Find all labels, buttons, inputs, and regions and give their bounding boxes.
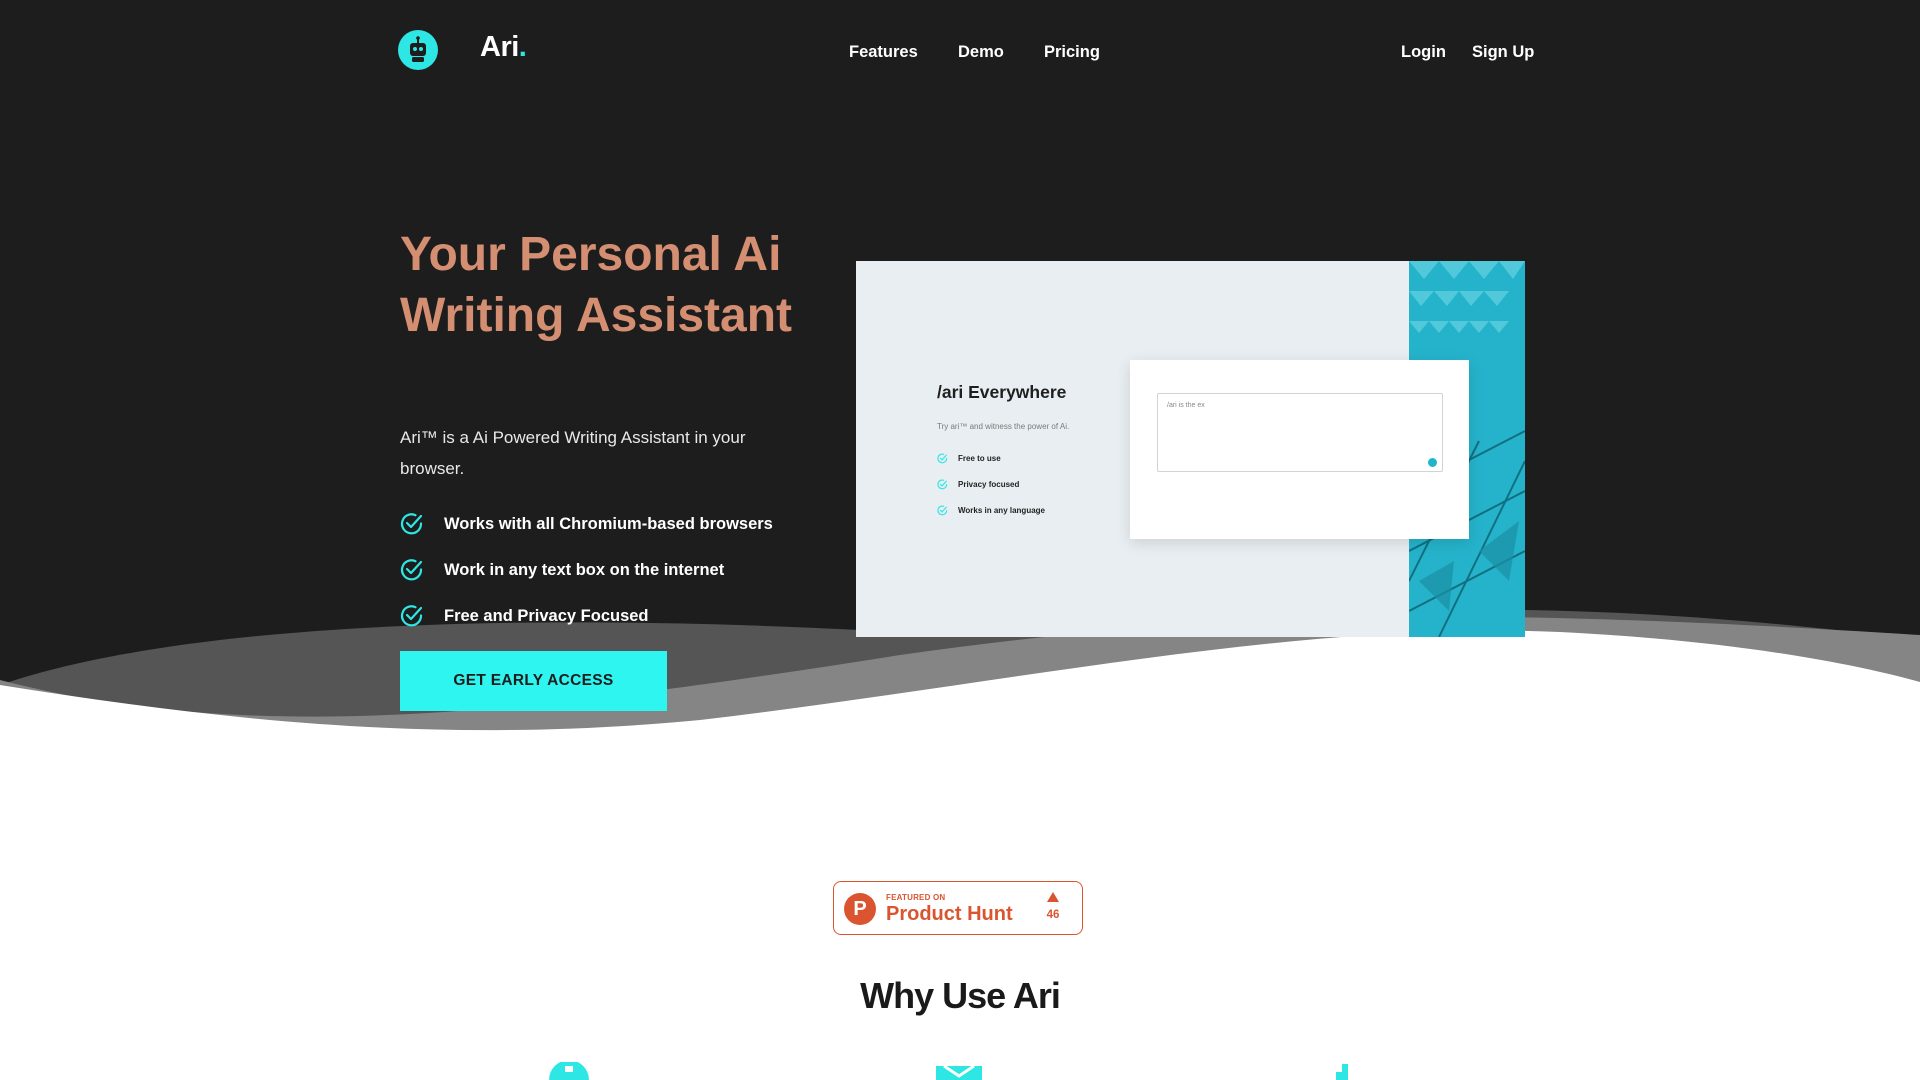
feature-item: Work in any text box on the internet [400,558,724,582]
feature-label: Works with all Chromium-based browsers [444,514,773,533]
feature-icon-2 [936,1064,982,1080]
feature-icon-3 [1336,1064,1348,1080]
feature-item: Free and Privacy Focused [400,604,649,628]
nav-features-link[interactable]: Features [849,43,918,62]
feature-item: Works with all Chromium-based browsers [400,512,773,536]
hero-description: Ari™ is a Ai Powered Writing Assistant i… [400,428,746,478]
check-circle-icon [400,513,423,535]
product-hunt-badge[interactable]: P FEATURED ON Product Hunt 46 [833,881,1083,935]
check-circle-icon [400,559,423,581]
ph-name: Product Hunt [886,903,1013,925]
robot-logo-icon[interactable] [398,30,438,70]
mockup-feature-item: Free to use [937,453,1001,464]
mockup-feature-label: Free to use [958,454,1001,463]
login-link[interactable]: Login [1401,43,1446,62]
product-hunt-logo-icon: P [844,893,876,925]
mockup-feature-label: Privacy focused [958,480,1020,489]
nav-demo-link[interactable]: Demo [958,43,1004,62]
hero-title: Your Personal Ai Writing Assistant [400,228,793,342]
nav-pricing-link[interactable]: Pricing [1044,43,1100,62]
mockup-feature-item: Privacy focused [937,479,1019,490]
ari-indicator-icon [1428,458,1437,467]
mockup-title: /ari Everywhere [937,382,1067,402]
mockup-subtitle: Try ari™ and witness the power of Ai. [937,422,1070,431]
signup-link[interactable]: Sign Up [1472,43,1534,62]
product-mockup-image: /ari Everywhere Try ari™ and witness the… [856,261,1525,637]
feature-icon-1 [549,1062,589,1080]
check-circle-icon [400,605,423,627]
check-circle-icon [937,505,948,516]
feature-label: Work in any text box on the internet [444,560,725,579]
upvote-arrow-icon [1047,892,1059,902]
get-early-access-button[interactable]: GET EARLY ACCESS [400,651,667,711]
mockup-textbox-value: /ari is the ex [1167,402,1205,409]
mockup-feature-item: Works in any language [937,505,1045,516]
mockup-feature-label: Works in any language [958,506,1045,515]
brand-name[interactable]: Ari. [480,31,527,64]
feature-label: Free and Privacy Focused [444,606,649,625]
mockup-textbox: /ari is the ex [1157,393,1443,472]
ph-vote-count: 46 [1046,909,1060,921]
check-circle-icon [937,453,948,464]
mockup-editor-card: /ari is the ex [1130,360,1469,539]
why-section-title: Why Use Ari [860,975,1061,1016]
ph-featured-label: FEATURED ON [886,893,946,902]
check-circle-icon [937,479,948,490]
